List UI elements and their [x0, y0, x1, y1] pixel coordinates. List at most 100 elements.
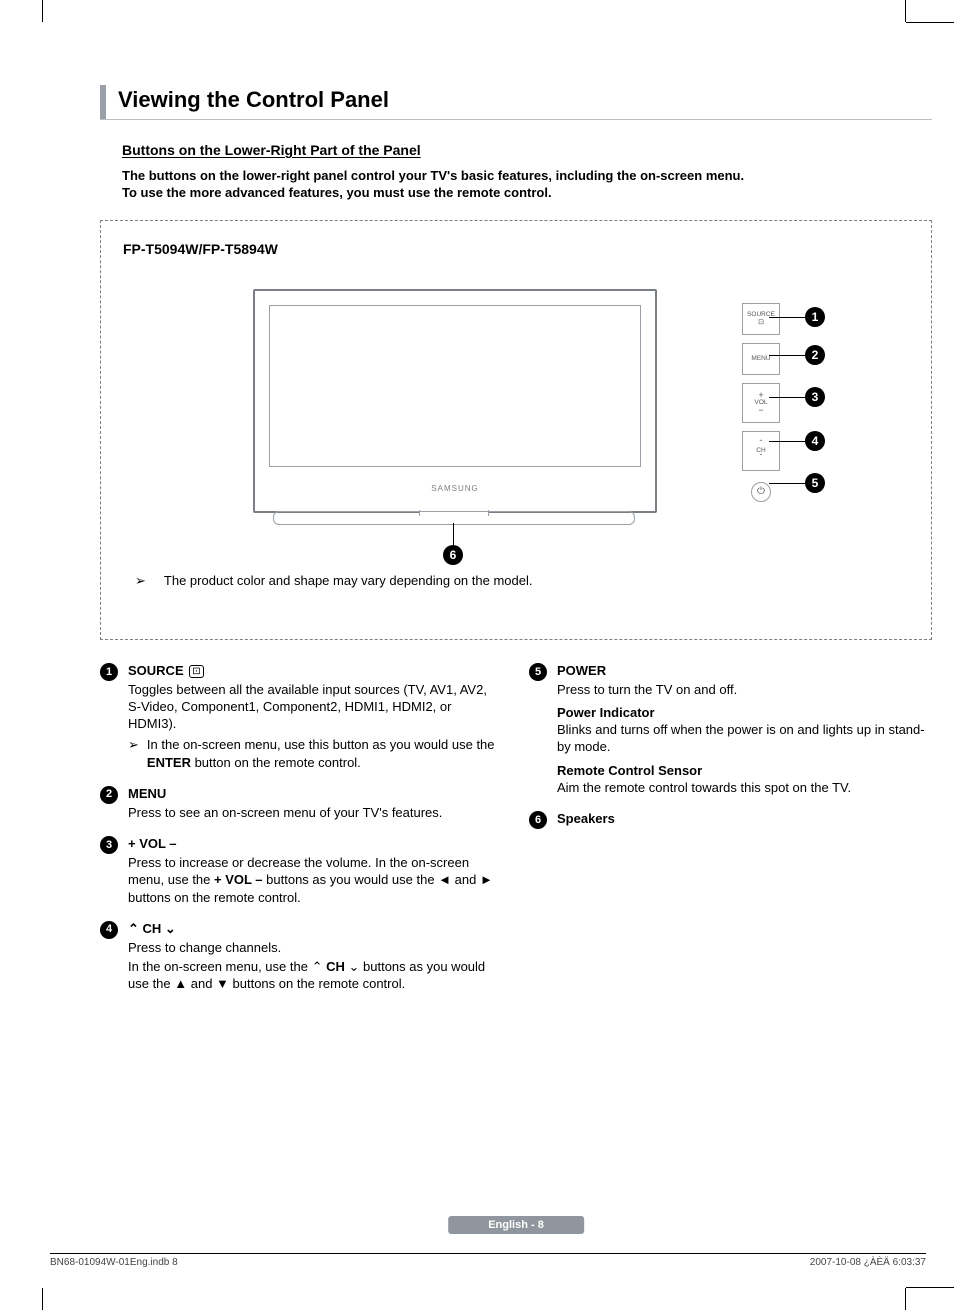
callout-line [769, 355, 805, 356]
callout-1-num: 1 [812, 310, 819, 324]
item-title: POWER [557, 663, 606, 678]
callout-5: 5 [805, 473, 825, 493]
item-speakers: 6 Speakers [529, 810, 932, 829]
item-body: Press to see an on-screen menu of your T… [128, 804, 503, 821]
item-badge-num: 3 [106, 838, 112, 853]
minus-icon: − [758, 406, 763, 415]
item-badge: 4 [100, 921, 118, 939]
callout-4-num: 4 [812, 434, 819, 448]
item-source: 1 SOURCE ⊡ Toggles between all the avail… [100, 662, 503, 771]
item-body: Toggles between all the available input … [128, 681, 503, 732]
callout-5-num: 5 [812, 476, 819, 490]
item-badge: 5 [529, 663, 547, 681]
panel-vol: + VOL − [742, 383, 780, 423]
intro-text: The buttons on the lower-right panel con… [122, 168, 902, 202]
body-bold: + VOL – [214, 872, 263, 887]
note-enter-bold: ENTER [147, 755, 191, 770]
sub-body: Aim the remote control towards this spot… [557, 780, 851, 795]
page-title: Viewing the Control Panel [118, 85, 389, 119]
item-body: Press to turn the TV on and off. [557, 681, 932, 698]
callout-line [769, 397, 805, 398]
item-title: MENU [128, 786, 166, 801]
callout-2: 2 [805, 345, 825, 365]
callout-6-num: 6 [450, 548, 457, 562]
doc-file: BN68-01094W-01Eng.indb 8 [50, 1257, 178, 1268]
item-body-a: Press to change channels. [128, 939, 503, 956]
chevron-up-icon: ⌃ [128, 921, 139, 936]
item-title: SOURCE [128, 663, 184, 678]
callout-line [769, 483, 805, 484]
model-name: FP-T5094W/FP-T5894W [123, 241, 909, 257]
tv-stand [273, 511, 635, 525]
item-title: Speakers [557, 811, 615, 826]
enter-icon: ⊡ [758, 319, 764, 326]
crop-mark [905, 1288, 906, 1310]
item-badge-num: 4 [106, 922, 112, 937]
tv-brand-label: SAMSUNG [431, 484, 478, 493]
item-vol: 3 + VOL – Press to increase or decrease … [100, 835, 503, 906]
item-note: In the on-screen menu, use this button a… [147, 736, 503, 770]
item-body-bc: In the on-screen menu, use the ⌃ CH ⌄ bu… [128, 958, 503, 992]
item-badge: 6 [529, 811, 547, 829]
note-part-a: In the on-screen menu, use this button a… [147, 737, 495, 752]
callout-1: 1 [805, 307, 825, 327]
chevron-down-icon: ⌄ [349, 959, 360, 974]
item-menu: 2 MENU Press to see an on-screen menu of… [100, 785, 503, 821]
sub-title: Remote Control Sensor [557, 763, 702, 778]
chevron-down-icon: ˇ [760, 454, 763, 462]
crop-mark [42, 0, 43, 22]
doc-footer: BN68-01094W-01Eng.indb 8 2007-10-08 ¿ÀÈÄ… [50, 1253, 926, 1268]
item-badge: 1 [100, 663, 118, 681]
crop-mark [905, 0, 906, 22]
item-power: 5 POWER Press to turn the TV on and off.… [529, 662, 932, 796]
sub-title: Power Indicator [557, 705, 655, 720]
body-b: In the on-screen menu, use the [128, 959, 312, 974]
page-number-pill: English - 8 [448, 1216, 584, 1234]
chevron-down-icon: ⌄ [165, 921, 176, 936]
title-mid: CH [139, 921, 165, 936]
intro-line-2: To use the more advanced features, you m… [122, 185, 552, 200]
right-column: 5 POWER Press to turn the TV on and off.… [529, 662, 932, 1007]
item-badge: 2 [100, 786, 118, 804]
diagram-box: FP-T5094W/FP-T5894W SAMSUNG SOURCE ⊡ M [100, 220, 932, 640]
left-column: 1 SOURCE ⊡ Toggles between all the avail… [100, 662, 503, 1007]
tv-diagram: SAMSUNG SOURCE ⊡ MENU + VOL [123, 263, 909, 563]
doc-timestamp: 2007-10-08 ¿ÀÈÄ 6:03:37 [810, 1257, 926, 1268]
callout-3-num: 3 [812, 390, 819, 404]
sub-body: Blinks and turns off when the power is o… [557, 722, 925, 754]
callout-2-num: 2 [812, 348, 819, 362]
enter-icon: ⊡ [189, 665, 203, 678]
item-body: Press to increase or decrease the volume… [128, 854, 503, 905]
callout-line [453, 523, 454, 547]
item-badge: 3 [100, 836, 118, 854]
item-badge-num: 1 [106, 665, 112, 680]
diagram-note: The product color and shape may vary dep… [123, 573, 909, 589]
crop-mark [906, 1287, 954, 1288]
callout-4: 4 [805, 431, 825, 451]
item-badge-num: 2 [106, 787, 112, 802]
tv-outline: SAMSUNG [253, 289, 657, 513]
panel-menu-label: MENU [751, 356, 770, 363]
note-arrow-icon [135, 573, 154, 589]
item-title: ⌃ CH ⌄ [128, 921, 176, 936]
crop-mark [42, 1288, 43, 1310]
diagram-note-text: The product color and shape may vary dep… [164, 573, 533, 589]
callout-line [769, 441, 805, 442]
chevron-up-icon: ⌃ [312, 959, 323, 974]
callout-line [769, 317, 805, 318]
panel-ch: ˆ CH ˇ [742, 431, 780, 471]
power-icon: ⏻ [757, 487, 765, 497]
intro-line-1: The buttons on the lower-right panel con… [122, 168, 744, 183]
item-title: + VOL – [128, 836, 177, 851]
panel-menu: MENU [742, 343, 780, 375]
callout-6: 6 [443, 545, 463, 565]
callout-3: 3 [805, 387, 825, 407]
item-badge-num: 6 [535, 813, 541, 828]
item-ch: 4 ⌃ CH ⌄ Press to change channels. In th… [100, 920, 503, 993]
item-badge-num: 5 [535, 665, 541, 680]
note-part-b: button on the remote control. [191, 755, 361, 770]
panel-source: SOURCE ⊡ [742, 303, 780, 335]
crop-mark [906, 22, 954, 23]
tv-button-panel: SOURCE ⊡ MENU + VOL − ˆ CH ˇ [743, 303, 779, 505]
heading-accent [100, 85, 106, 119]
